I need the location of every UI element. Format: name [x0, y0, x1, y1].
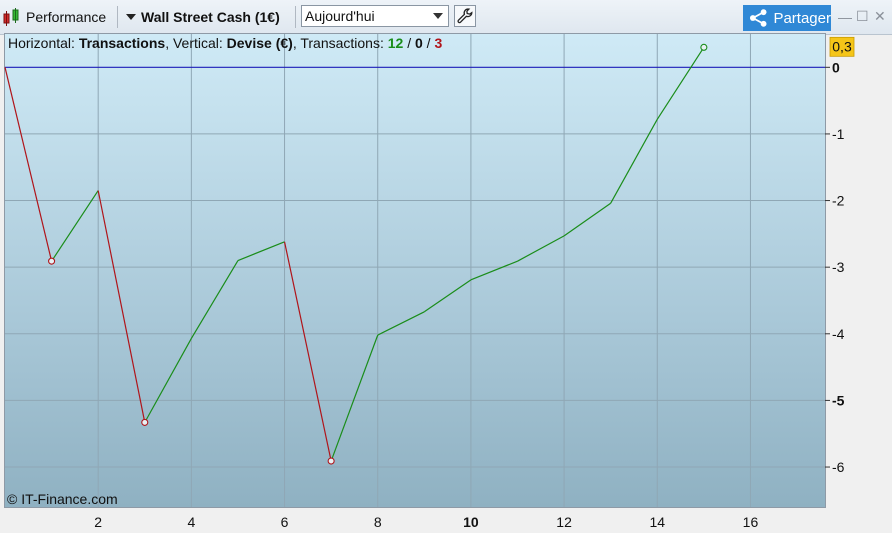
separator: / — [403, 35, 415, 51]
last-value-label: 0,3 — [832, 38, 852, 54]
trade-marker — [327, 457, 335, 465]
losing-count: 3 — [434, 35, 443, 51]
y-tick-label: -2 — [832, 193, 845, 209]
horizontal-label: Horizontal: — [8, 35, 79, 51]
separator: / — [422, 35, 435, 51]
equity-segment — [470, 260, 518, 281]
equity-segment — [144, 338, 192, 423]
performance-chart: 2 4 6 8 10 12 14 16 0 -1 -2 -3 -4 -5 -6 0,3 — [4, 34, 855, 530]
y-tick-label: 0 — [832, 59, 840, 75]
equity-segment — [237, 241, 285, 262]
x-tick-label: 6 — [281, 514, 289, 530]
y-tick-label: -4 — [832, 326, 845, 342]
x-tick-label: 12 — [556, 514, 572, 530]
x-tick-label: 4 — [187, 514, 195, 530]
equity-segment — [330, 334, 379, 462]
vertical-value: Devise (€) — [226, 35, 293, 51]
trade-marker — [700, 43, 708, 51]
equity-segment — [517, 235, 565, 262]
y-tick-label: -6 — [832, 459, 845, 475]
equity-segment — [377, 311, 425, 336]
x-tick-label: 2 — [94, 514, 102, 530]
x-tick-label: 14 — [649, 514, 665, 530]
y-tick-label: -5 — [832, 392, 845, 408]
trade-marker — [141, 418, 149, 426]
equity-segment — [610, 118, 658, 204]
x-tick-label: 16 — [743, 514, 759, 530]
equity-segment — [4, 67, 53, 262]
copyright-credit: © IT-Finance.com — [7, 491, 118, 507]
equity-segment — [51, 190, 99, 262]
trade-marker — [48, 257, 56, 265]
equity-segment — [97, 190, 146, 423]
x-tick-label: 10 — [463, 514, 479, 530]
equity-segment — [283, 241, 332, 462]
winning-count: 12 — [387, 35, 404, 51]
equity-segment — [190, 260, 239, 339]
x-tick-label: 8 — [374, 514, 382, 530]
neutral-count: 0 — [415, 35, 423, 51]
chart-info-line: Horizontal: Transactions, Vertical: Devi… — [8, 35, 442, 51]
horizontal-value: Transactions — [78, 35, 166, 51]
y-tick-label: -3 — [832, 259, 845, 275]
equity-segment — [656, 46, 705, 120]
equity-segment — [423, 279, 472, 313]
vertical-label: , Vertical: — [165, 35, 227, 51]
equity-segment — [563, 202, 612, 237]
transactions-label: , Transactions: — [292, 35, 388, 51]
y-tick-label: -1 — [832, 126, 845, 142]
